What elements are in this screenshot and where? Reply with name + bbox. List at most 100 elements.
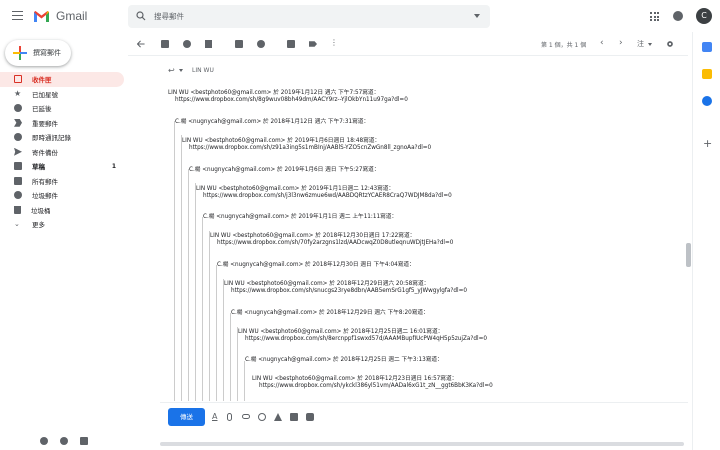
label-icon[interactable] xyxy=(309,41,317,47)
attach-file-icon[interactable] xyxy=(227,413,232,421)
quote-bar xyxy=(237,327,238,401)
nav-item-important[interactable]: 重要郵件 xyxy=(0,116,124,131)
quote-header: LIN WU <bestphoto60@gmail.com> 於 2018年12… xyxy=(210,233,416,239)
dropbox-link[interactable]: https://www.dropbox.com/sh/snucgs23rye8d… xyxy=(231,288,467,294)
search-icon[interactable] xyxy=(136,11,146,21)
nav-item-label: 即時通訊記錄 xyxy=(32,134,71,143)
nav-item-drafts[interactable]: 草稿 1 xyxy=(0,159,124,174)
settings-gear-icon[interactable] xyxy=(666,40,674,48)
insert-drive-icon[interactable] xyxy=(274,413,282,421)
nav-item-label: 更多 xyxy=(32,221,45,230)
nav-list: 收件匣 ★ 已加星號 已延後 重要郵件 即時通訊記錄 寄件備份 草稿 1 所有郵… xyxy=(0,72,124,232)
side-panel: + xyxy=(692,32,720,450)
important-icon xyxy=(14,118,22,127)
draft-icon xyxy=(14,162,22,171)
horizontal-scrollbar[interactable] xyxy=(160,442,684,446)
input-tools-dropdown-icon[interactable] xyxy=(648,43,652,46)
nav-item-trash[interactable]: 垃圾桶 xyxy=(0,203,124,218)
tasks-icon[interactable] xyxy=(702,96,712,106)
search-bar[interactable]: 搜尋郵件 xyxy=(128,5,490,28)
message-view: ↩ LIN WU LIN WU <bestphoto60@gmail.com> … xyxy=(160,56,688,401)
trash-icon xyxy=(14,205,21,214)
insert-link-icon[interactable] xyxy=(242,414,250,419)
dropbox-link[interactable]: https://www.dropbox.com/sh/z91a3ing5s1mB… xyxy=(189,145,431,151)
notifications-icon[interactable] xyxy=(673,11,683,21)
nav-item-chats[interactable]: 即時通訊記錄 xyxy=(0,130,124,145)
nav-item-spam[interactable]: 垃圾郵件 xyxy=(0,188,124,203)
nav-item-sent[interactable]: 寄件備份 xyxy=(0,145,124,160)
quote-bar xyxy=(181,135,182,401)
insert-photo-icon[interactable] xyxy=(290,413,298,421)
back-arrow-icon[interactable] xyxy=(137,40,145,48)
chevron-down-icon: ⌄ xyxy=(14,220,20,229)
delete-icon[interactable] xyxy=(205,40,212,48)
hangouts-icon[interactable] xyxy=(60,437,68,445)
quote-bar xyxy=(216,265,217,401)
spam-icon xyxy=(14,191,22,200)
chat-icon xyxy=(14,133,22,142)
gmail-logo-icon xyxy=(34,10,49,22)
search-options-icon[interactable] xyxy=(474,14,480,18)
more-options-icon[interactable]: ⋮ xyxy=(330,39,340,48)
mail-icon xyxy=(14,176,22,185)
archive-icon[interactable] xyxy=(161,40,169,48)
gmail-logo[interactable]: Gmail xyxy=(33,9,87,23)
mark-unread-icon[interactable] xyxy=(235,40,243,48)
newer-chevron-icon[interactable]: ‹ xyxy=(600,39,604,48)
quote-header: LIN WU <bestphoto60@gmail.com> 於 2019年1月… xyxy=(196,186,395,192)
send-button[interactable]: 傳送 xyxy=(168,408,205,426)
nav-item-snoozed[interactable]: 已延後 xyxy=(0,101,124,116)
vertical-scrollbar[interactable] xyxy=(686,243,691,267)
reply-icon[interactable]: ↩ xyxy=(168,66,175,75)
nav-item-label: 草稿 xyxy=(32,163,45,172)
dropbox-link[interactable]: https://www.dropbox.com/sh/ykckl386yl51v… xyxy=(259,383,493,389)
search-input[interactable]: 搜尋郵件 xyxy=(154,11,184,22)
nav-item-label: 收件匣 xyxy=(32,76,52,85)
older-chevron-icon[interactable]: › xyxy=(619,39,623,48)
quote-header: LIN WU <bestphoto60@gmail.com> 於 2019年1月… xyxy=(168,90,380,96)
insert-emoji-icon[interactable] xyxy=(258,413,266,421)
nav-item-more[interactable]: ⌄ 更多 xyxy=(0,217,124,232)
quote-bar xyxy=(230,313,231,401)
main-menu-icon[interactable] xyxy=(12,11,23,20)
nav-item-starred[interactable]: ★ 已加星號 xyxy=(0,87,124,102)
keep-icon[interactable] xyxy=(702,69,712,79)
formatting-options-icon[interactable]: A xyxy=(212,413,220,421)
compose-button[interactable]: 撰寫郵件 xyxy=(5,40,71,66)
quote-header: C.楊 <nugnycah@gmail.com> 於 2019年1月6日 週日 … xyxy=(189,167,380,173)
hangouts-bar xyxy=(0,432,128,450)
dropbox-link[interactable]: https://www.dropbox.com/sh/8g9wuv08bh49d… xyxy=(175,97,408,103)
phone-icon[interactable] xyxy=(80,437,88,445)
dropbox-link[interactable]: https://www.dropbox.com/sh/8ercnppf1swxd… xyxy=(245,336,487,342)
contacts-icon[interactable] xyxy=(40,437,48,445)
apps-grid-icon[interactable] xyxy=(650,12,659,21)
top-bar: Gmail 搜尋郵件 C xyxy=(0,0,720,32)
left-navigation: 撰寫郵件 收件匣 ★ 已加星號 已延後 重要郵件 即時通訊記錄 寄件備份 草稿 xyxy=(0,32,128,450)
add-addon-icon[interactable]: + xyxy=(703,138,712,149)
dropbox-link[interactable]: https://www.dropbox.com/sh/j3l3nw6zmue6w… xyxy=(203,193,452,199)
quote-header: LIN WU <bestphoto60@gmail.com> 於 2018年12… xyxy=(224,281,430,287)
quote-header: LIN WU <bestphoto60@gmail.com> 於 2018年12… xyxy=(238,329,444,335)
report-spam-icon[interactable] xyxy=(183,40,191,48)
reply-type-dropdown-icon[interactable] xyxy=(179,69,183,72)
send-icon xyxy=(14,147,22,156)
recipient-name[interactable]: LIN WU xyxy=(192,67,214,74)
drafts-count: 1 xyxy=(111,162,116,170)
confidential-mode-icon[interactable] xyxy=(306,413,314,421)
quote-bar xyxy=(174,121,175,401)
quote-header: C.楊 <nugnycah@gmail.com> 於 2018年12月25日 週… xyxy=(245,357,443,363)
nav-item-all-mail[interactable]: 所有郵件 xyxy=(0,174,124,189)
clock-icon xyxy=(14,104,22,113)
snooze-icon[interactable] xyxy=(257,40,265,48)
dropbox-link[interactable]: https://www.dropbox.com/sh/70fy2arzgns1l… xyxy=(217,240,453,246)
move-to-icon[interactable] xyxy=(287,40,295,48)
nav-item-inbox[interactable]: 收件匣 xyxy=(0,72,124,87)
account-avatar[interactable]: C xyxy=(696,8,712,24)
input-tools-button[interactable]: 注 xyxy=(637,39,644,49)
pager-text: 第 1 個，共 1 個 xyxy=(541,42,587,49)
quote-bar xyxy=(195,183,196,401)
quote-header: LIN WU <bestphoto60@gmail.com> 於 2018年12… xyxy=(252,376,458,382)
quote-header: C.楊 <nugnycah@gmail.com> 於 2018年12月30日 週… xyxy=(217,262,415,268)
calendar-icon[interactable] xyxy=(702,42,712,52)
quote-header: C.楊 <nugnycah@gmail.com> 於 2018年12月29日 週… xyxy=(231,310,429,316)
